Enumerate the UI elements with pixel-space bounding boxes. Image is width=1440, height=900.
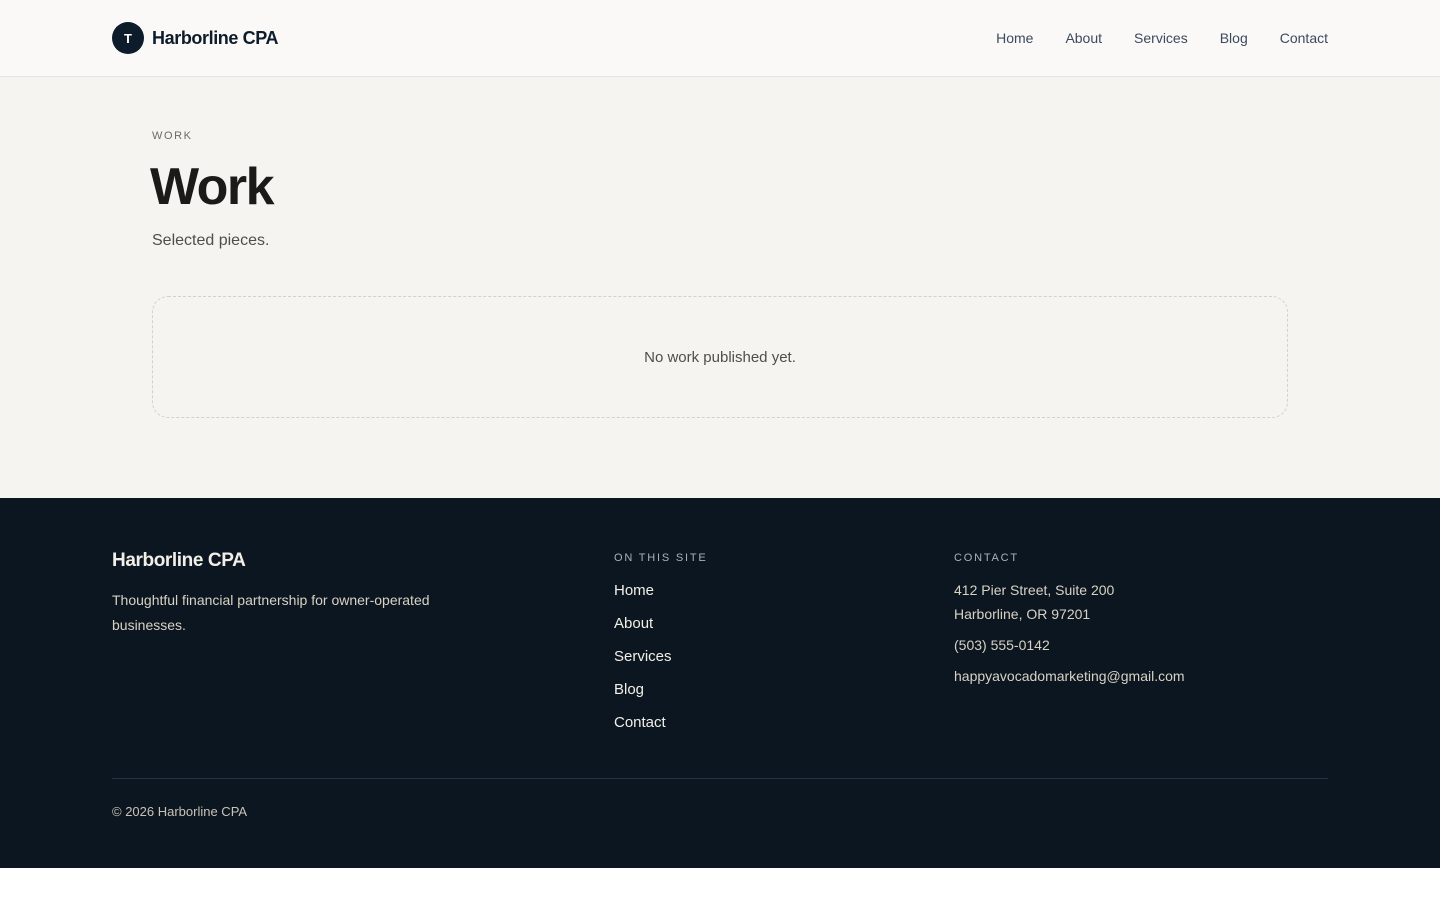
contact-phone-link[interactable]: (503) 555-0142 — [954, 633, 1185, 657]
brand-logo-link[interactable]: T Harborline CPA — [112, 22, 278, 54]
footer-link-about[interactable]: About — [614, 613, 672, 635]
contact-address-line1: 412 Pier Street, Suite 200 — [954, 582, 1115, 598]
footer-tagline: Thoughtful financial partnership for own… — [112, 592, 430, 633]
empty-state-text: No work published yet. — [644, 348, 796, 366]
contact-email-link[interactable]: happyavocadomarketing@gmail.com — [954, 664, 1185, 688]
nav-blog[interactable]: Blog — [1220, 29, 1248, 47]
footer-links-title: ON THIS SITE — [614, 552, 708, 564]
footer-contact: 412 Pier Street, Suite 200 Harborline, O… — [954, 578, 1185, 688]
site-header: T Harborline CPA Home About Services Blo… — [0, 0, 1440, 77]
footer-copyright: © 2026 Harborline CPA — [112, 804, 248, 819]
footer-contact-title: CONTACT — [954, 552, 1019, 564]
empty-state-box: No work published yet. — [152, 296, 1288, 418]
footer-link-services[interactable]: Services — [614, 646, 672, 668]
brand-name: Harborline CPA — [152, 27, 279, 48]
footer-divider — [112, 778, 1328, 779]
main-nav: Home About Services Blog Contact — [964, 29, 1328, 47]
footer-link-blog[interactable]: Blog — [614, 679, 672, 701]
section-eyebrow: WORK — [152, 130, 193, 142]
nav-services[interactable]: Services — [1134, 29, 1188, 47]
nav-about[interactable]: About — [1065, 29, 1102, 47]
contact-address-line2: Harborline, OR 97201 — [954, 606, 1091, 622]
nav-contact[interactable]: Contact — [1280, 29, 1328, 47]
footer-links: Home About Services Blog Contact — [614, 580, 672, 745]
page-subtitle: Selected pieces. — [152, 232, 270, 249]
logo-mark: T — [112, 22, 144, 54]
nav-home[interactable]: Home — [996, 29, 1033, 47]
page-title: Work — [150, 158, 275, 216]
footer-link-home[interactable]: Home — [614, 580, 672, 602]
site-footer: Harborline CPA Thoughtful financial part… — [0, 498, 1440, 868]
footer-brand-name: Harborline CPA — [112, 550, 246, 571]
footer-link-contact[interactable]: Contact — [614, 712, 672, 734]
main-content: WORK Work Selected pieces. No work publi… — [0, 77, 1440, 498]
